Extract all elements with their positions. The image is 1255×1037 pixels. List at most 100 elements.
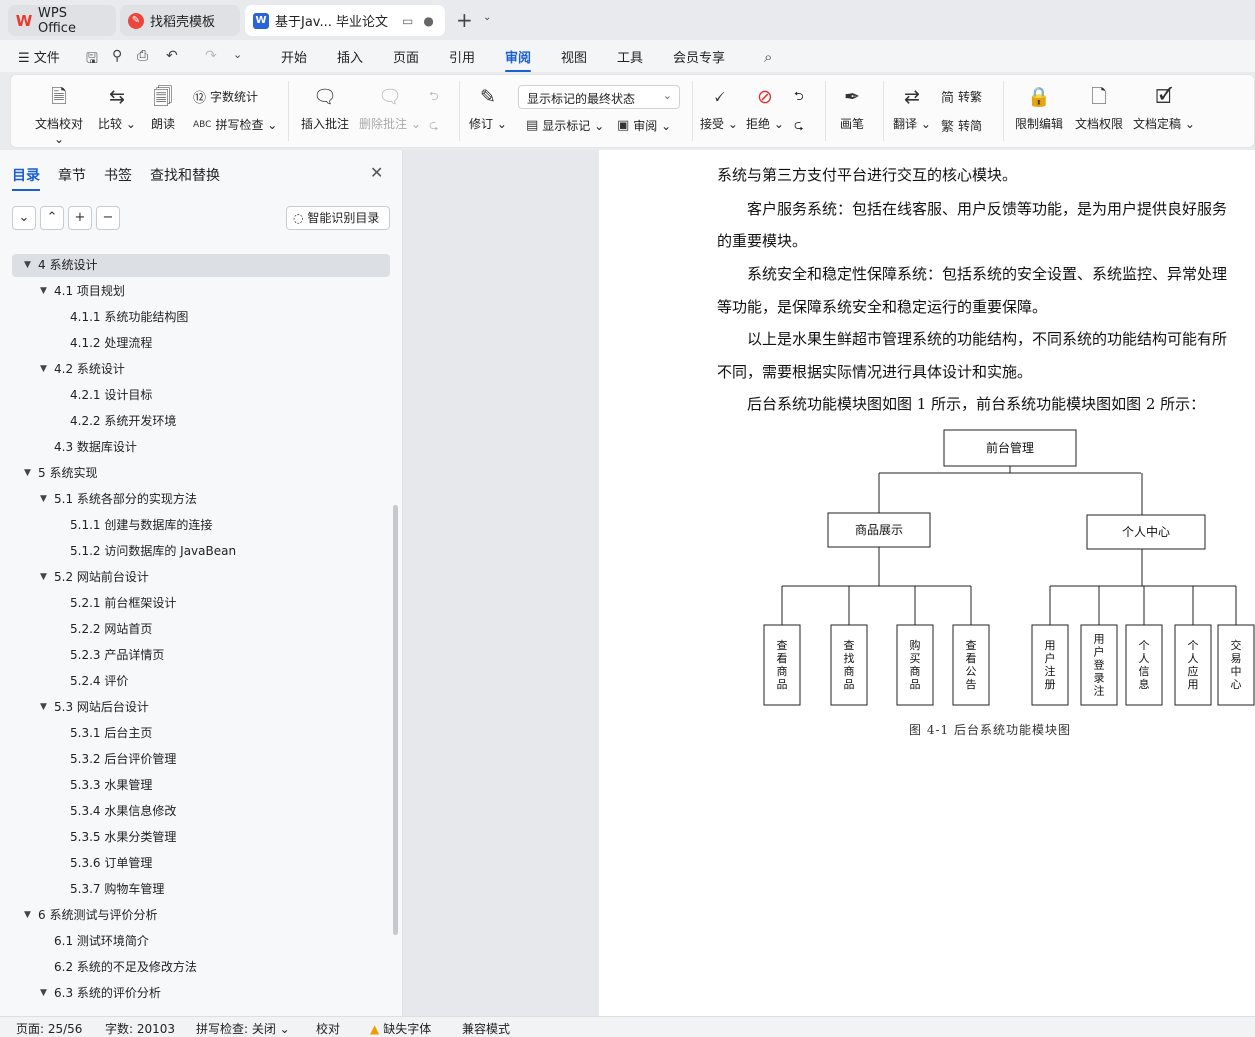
- compare-button[interactable]: ⇆ 比较 ⌄: [97, 85, 137, 132]
- menu-page[interactable]: 页面: [393, 47, 419, 66]
- expand-triangle-icon[interactable]: ▼: [40, 488, 47, 511]
- toc-item[interactable]: ▼ 5.2 网站前台设计: [12, 566, 390, 589]
- expand-triangle-icon[interactable]: ▼: [40, 696, 47, 719]
- expand-triangle-icon[interactable]: ▼: [24, 254, 31, 277]
- proofread-button[interactable]: 🗎 文档校对 ⌄: [29, 85, 89, 146]
- chevron-up-icon[interactable]: ⌃: [40, 206, 64, 230]
- toc-item[interactable]: 5.3.2 后台评价管理: [12, 748, 390, 771]
- redo-icon[interactable]: ↷: [205, 48, 217, 64]
- collapse-down-icon[interactable]: ⌄: [12, 206, 36, 230]
- new-tab-icon[interactable]: +: [456, 8, 473, 32]
- toc-item[interactable]: ▼ 4 系统设计: [12, 254, 390, 277]
- toc-item[interactable]: 4.1.1 系统功能结构图: [12, 306, 390, 329]
- chevron-down-icon[interactable]: ⌄: [233, 48, 242, 61]
- nav-scrollbar[interactable]: [393, 505, 398, 935]
- expand-triangle-icon[interactable]: ▼: [24, 462, 31, 485]
- toc-item[interactable]: ▼ 5.1 系统各部分的实现方法: [12, 488, 390, 511]
- previous-comment-icon[interactable]: ⮌: [429, 87, 439, 108]
- toc-item[interactable]: 5.2.3 产品详情页: [12, 644, 390, 667]
- undo-icon[interactable]: ↶: [166, 48, 178, 64]
- expand-triangle-icon[interactable]: ▼: [24, 904, 31, 927]
- document-page[interactable]: 系统与第三方支付平台进行交互的核心模块。 客户服务系统：包括在线客服、用户反馈等…: [599, 150, 1255, 1016]
- page-indicator[interactable]: 页面: 25/56: [16, 1020, 82, 1037]
- toc-item[interactable]: 4.3 数据库设计: [12, 436, 390, 459]
- toc-item[interactable]: ▼ 6 系统测试与评价分析: [12, 904, 390, 927]
- tab-thesis-document[interactable]: W 基于Jav... 毕业论文 ▭ ●: [245, 5, 445, 36]
- toc-item[interactable]: 6.2 系统的不足及修改方法: [12, 956, 390, 979]
- chevron-down-icon[interactable]: ⌄: [483, 12, 491, 23]
- toc-item[interactable]: 5.1.2 访问数据库的 JavaBean: [12, 540, 390, 563]
- markup-state-select[interactable]: 显示标记的最终状态 ⌄: [518, 85, 680, 109]
- read-aloud-button[interactable]: 🗐 朗读: [149, 85, 177, 132]
- expand-triangle-icon[interactable]: ▼: [40, 566, 47, 589]
- toc-item[interactable]: 5.3.7 购物车管理: [12, 878, 390, 901]
- proofread-status[interactable]: 校对: [316, 1020, 340, 1037]
- missing-font-status[interactable]: ▲ 缺失字体: [370, 1020, 431, 1037]
- expand-triangle-icon[interactable]: ▼: [40, 280, 47, 303]
- restrict-editing-button[interactable]: 🔒 限制编辑: [1013, 85, 1065, 132]
- spell-check-status[interactable]: 拼写检查: 关闭 ⌄: [196, 1020, 290, 1037]
- nav-tab-find-replace[interactable]: 查找和替换: [150, 165, 220, 185]
- menu-start[interactable]: 开始: [281, 47, 307, 66]
- spell-check-button[interactable]: ABC 拼写检查 ⌄: [193, 116, 277, 133]
- menu-review[interactable]: 审阅: [505, 47, 532, 72]
- reject-button[interactable]: ⊘ 拒绝 ⌄: [746, 85, 784, 132]
- link-icon[interactable]: ⚲: [112, 48, 122, 64]
- expand-triangle-icon[interactable]: ▼: [40, 982, 47, 1005]
- monitor-icon[interactable]: ▭: [402, 14, 413, 28]
- pen-button[interactable]: ✒ 画笔: [837, 85, 867, 132]
- document-permission-button[interactable]: 🗋 文档权限: [1073, 85, 1125, 132]
- toc-item[interactable]: 5.3.3 水果管理: [12, 774, 390, 797]
- translate-button[interactable]: ⇄ 翻译 ⌄: [893, 85, 931, 132]
- menu-insert[interactable]: 插入: [337, 47, 363, 66]
- track-changes-button[interactable]: ✎ 修订 ⌄: [469, 85, 507, 132]
- insert-comment-button[interactable]: 🗨 插入批注: [299, 85, 351, 132]
- document-area[interactable]: 系统与第三方支付平台进行交互的核心模块。 客户服务系统：包括在线客服、用户反馈等…: [403, 150, 1255, 1016]
- toc-item[interactable]: 5.3.5 水果分类管理: [12, 826, 390, 849]
- next-change-icon[interactable]: ⮎: [794, 116, 804, 137]
- previous-change-icon[interactable]: ⮌: [794, 87, 804, 108]
- toc-item[interactable]: ▼ 6.3 系统的评价分析: [12, 982, 390, 1005]
- toc-item[interactable]: 5.2.1 前台框架设计: [12, 592, 390, 615]
- tab-docer-templates[interactable]: ✎ 找稻壳模板: [120, 5, 240, 36]
- finalize-document-button[interactable]: 🗹 文档定稿 ⌄: [1133, 85, 1195, 132]
- next-comment-icon[interactable]: ⮎: [429, 116, 439, 137]
- toc-item[interactable]: 6.1 测试环境简介: [12, 930, 390, 953]
- word-count-button[interactable]: ⑫ 字数统计: [193, 87, 258, 106]
- show-markup-button[interactable]: ▤ 显示标记 ⌄: [526, 117, 604, 134]
- toc-item[interactable]: ▼ 5.3 网站后台设计: [12, 696, 390, 719]
- toc-item[interactable]: ▼ 5 系统实现: [12, 462, 390, 485]
- toc-item[interactable]: 5.3.6 订单管理: [12, 852, 390, 875]
- toc-item[interactable]: 5.2.2 网站首页: [12, 618, 390, 641]
- menu-reference[interactable]: 引用: [449, 47, 475, 66]
- toc-item[interactable]: 5.1.1 创建与数据库的连接: [12, 514, 390, 537]
- menu-member[interactable]: 会员专享: [673, 47, 725, 66]
- word-count-status[interactable]: 字数: 20103: [105, 1020, 175, 1037]
- save-icon[interactable]: 🖫: [86, 48, 98, 72]
- expand-triangle-icon[interactable]: ▼: [40, 358, 47, 381]
- to-simplified-button[interactable]: 繁 转简: [941, 116, 982, 135]
- remove-heading-icon[interactable]: −: [96, 206, 120, 230]
- toc-item[interactable]: 4.2.2 系统开发环境: [12, 410, 390, 433]
- toc-item[interactable]: 4.1.2 处理流程: [12, 332, 390, 355]
- print-preview-icon[interactable]: ⎙: [137, 48, 148, 64]
- tab-wps-office[interactable]: W WPS Office: [8, 5, 116, 36]
- toc-item[interactable]: ▼ 4.1 项目规划: [12, 280, 390, 303]
- menu-view[interactable]: 视图: [561, 47, 587, 66]
- menu-tools[interactable]: 工具: [617, 47, 643, 66]
- menu-file[interactable]: ☰ 文件: [18, 47, 60, 66]
- accept-button[interactable]: 🗸 接受 ⌄: [700, 85, 738, 132]
- review-pane-button[interactable]: ▣ 审阅 ⌄: [617, 117, 671, 134]
- search-icon[interactable]: ⌕: [764, 48, 772, 66]
- toc-item[interactable]: 5.2.4 评价: [12, 670, 390, 693]
- nav-tab-bookmarks[interactable]: 书签: [104, 165, 132, 185]
- close-icon[interactable]: ✕: [370, 163, 383, 182]
- to-traditional-button[interactable]: 简 转繁: [941, 87, 982, 106]
- delete-comment-button[interactable]: 🗨 删除批注 ⌄: [359, 85, 421, 132]
- toc-item[interactable]: 5.3.1 后台主页: [12, 722, 390, 745]
- toc-item[interactable]: ▼ 4.2 系统设计: [12, 358, 390, 381]
- nav-tab-toc[interactable]: 目录: [12, 165, 40, 191]
- smart-toc-button[interactable]: ◌ 智能识别目录: [286, 206, 390, 230]
- add-heading-icon[interactable]: +: [68, 206, 92, 230]
- nav-tab-chapters[interactable]: 章节: [58, 165, 86, 185]
